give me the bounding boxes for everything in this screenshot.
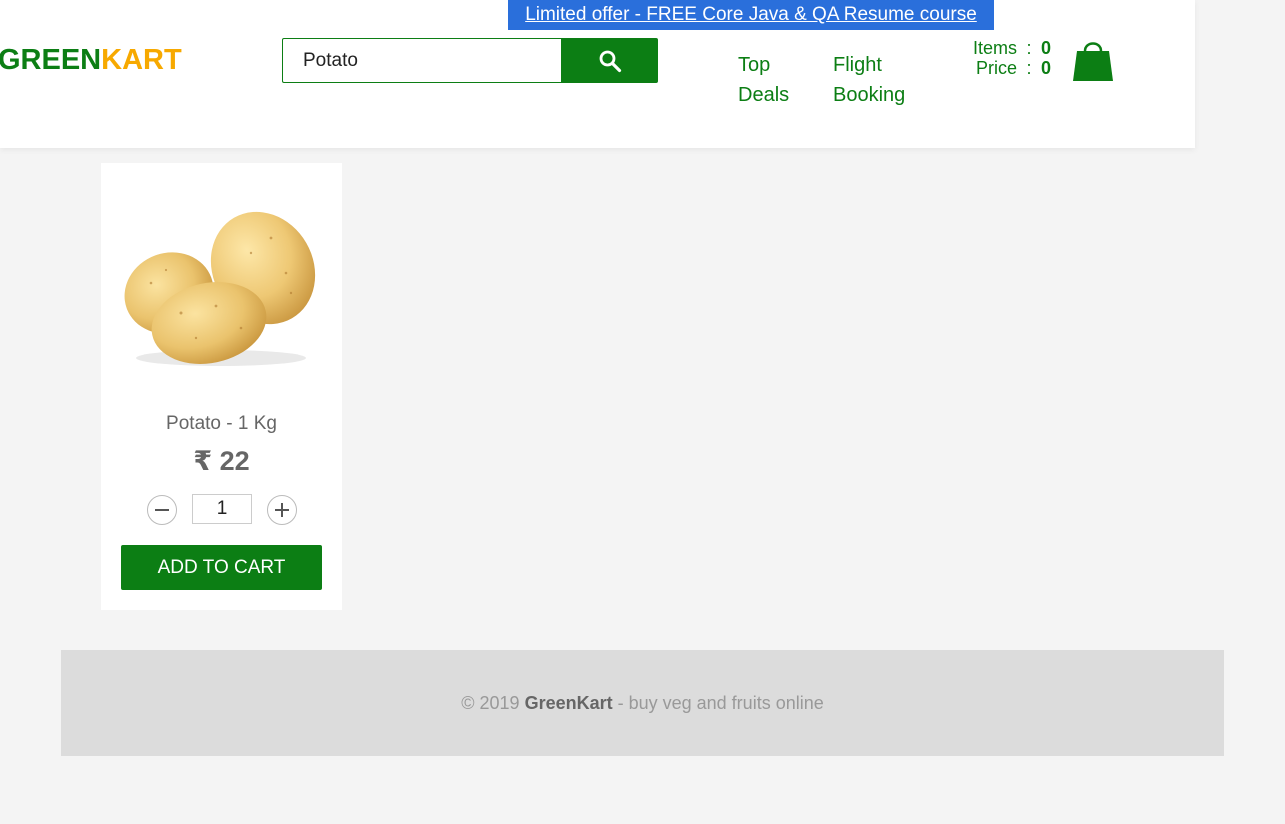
- add-to-cart-button[interactable]: ADD TO CART: [121, 545, 322, 590]
- plus-icon: [274, 502, 290, 518]
- cart-items-label: Items: [973, 38, 1017, 58]
- cart-items-count: 0: [1041, 38, 1055, 58]
- footer-prefix: © 2019: [461, 693, 524, 713]
- search-button[interactable]: [561, 38, 658, 83]
- product-image-potato: [121, 198, 321, 373]
- cart-price-row: Price : 0: [955, 58, 1055, 78]
- nav-top-deals-line1: Top: [738, 54, 770, 76]
- search-input[interactable]: [282, 38, 561, 83]
- product-name: Potato - 1 Kg: [101, 413, 342, 435]
- minus-icon: [154, 502, 170, 518]
- footer: © 2019 GreenKart - buy veg and fruits on…: [61, 650, 1224, 756]
- quantity-stepper: [147, 494, 297, 526]
- nav-flight-booking-line2: Booking: [833, 84, 905, 106]
- nav-top-deals-line2: Deals: [738, 84, 789, 106]
- nav-flight-booking-line1: Flight: [833, 54, 882, 76]
- nav-flight-booking[interactable]: Flight Booking: [833, 50, 923, 110]
- cart-items-row: Items : 0: [955, 38, 1055, 58]
- cart-price-value: 0: [1041, 58, 1055, 78]
- product-price: ₹ 22: [101, 446, 342, 477]
- footer-brand: GreenKart: [525, 693, 613, 713]
- cart-price-separator: :: [1017, 58, 1041, 78]
- cart-summary: Items : 0 Price : 0: [955, 38, 1055, 78]
- brand-logo: GREENKART: [0, 44, 182, 77]
- brand-part-green: GREEN: [0, 44, 101, 76]
- header: Limited offer - FREE Core Java & QA Resu…: [0, 0, 1195, 148]
- footer-text: © 2019 GreenKart - buy veg and fruits on…: [461, 693, 823, 714]
- decrement-button[interactable]: [147, 495, 177, 525]
- product-card: Potato - 1 Kg ₹ 22 ADD TO CART: [101, 163, 342, 610]
- cart-price-label: Price: [976, 58, 1017, 78]
- search-bar: [282, 38, 658, 83]
- cart-bag-icon[interactable]: [1072, 37, 1114, 83]
- increment-button[interactable]: [267, 495, 297, 525]
- promo-link[interactable]: Limited offer - FREE Core Java & QA Resu…: [508, 0, 994, 30]
- brand-part-kart: KART: [101, 44, 182, 76]
- search-icon: [598, 49, 622, 73]
- footer-suffix: - buy veg and fruits online: [613, 693, 824, 713]
- nav-top-deals[interactable]: Top Deals: [738, 50, 808, 110]
- quantity-input[interactable]: [192, 494, 252, 524]
- cart-items-separator: :: [1017, 38, 1041, 58]
